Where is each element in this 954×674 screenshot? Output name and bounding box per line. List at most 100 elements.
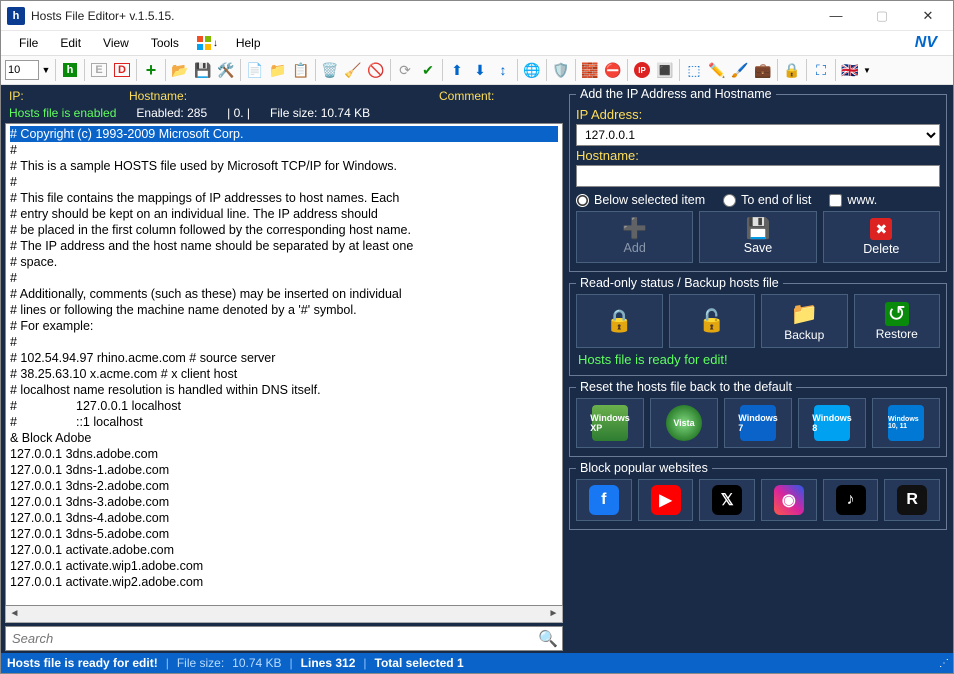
block-x-button[interactable]: 𝕏 xyxy=(699,479,755,521)
scroll-right-icon[interactable]: ► xyxy=(545,606,562,621)
add-button[interactable]: ➕Add xyxy=(576,211,693,263)
menu-help[interactable]: Help xyxy=(226,33,271,53)
close-button[interactable]: ✕ xyxy=(905,2,951,30)
os-win10-button[interactable]: Windows 10, 11 xyxy=(872,398,940,448)
flag-dropdown-icon[interactable]: ▼ xyxy=(862,59,872,81)
copy-icon[interactable]: 📄 xyxy=(244,59,266,81)
save-button[interactable]: 💾Save xyxy=(699,211,816,263)
editor-line[interactable]: # Copyright (c) 1993-2009 Microsoft Corp… xyxy=(10,126,558,142)
briefcase-icon[interactable]: 💼 xyxy=(752,59,774,81)
os-win7-button[interactable]: Windows 7 xyxy=(724,398,792,448)
horizontal-scrollbar[interactable]: ◄ ► xyxy=(5,606,563,623)
menu-view[interactable]: View xyxy=(93,33,139,53)
to-end-radio[interactable]: To end of list xyxy=(723,193,811,207)
below-selected-radio[interactable]: Below selected item xyxy=(576,193,705,207)
editor-line[interactable]: 127.0.0.1 3dns-3.adobe.com xyxy=(10,494,558,510)
block-tiktok-button[interactable]: ♪ xyxy=(823,479,879,521)
editor-line[interactable]: # xyxy=(10,174,558,190)
edit-icon[interactable]: ✏️ xyxy=(706,59,728,81)
up-icon[interactable]: ⬆ xyxy=(446,59,468,81)
open-icon[interactable]: 📂 xyxy=(169,59,191,81)
delete-button[interactable]: ✖Delete xyxy=(823,211,940,263)
dropdown-icon[interactable]: ▼ xyxy=(40,59,52,81)
ip-address-input[interactable]: 127.0.0.1 xyxy=(576,124,940,146)
editor-line[interactable]: # entry should be kept on an individual … xyxy=(10,206,558,222)
save-icon[interactable]: 💾 xyxy=(192,59,214,81)
hosts-editor[interactable]: # Copyright (c) 1993-2009 Microsoft Corp… xyxy=(5,123,563,606)
list-icon[interactable]: 📋 xyxy=(290,59,312,81)
editor-line[interactable]: 127.0.0.1 3dns-4.adobe.com xyxy=(10,510,558,526)
refresh-icon[interactable]: ⟳ xyxy=(394,59,416,81)
editor-line[interactable]: # space. xyxy=(10,254,558,270)
editor-line[interactable]: 127.0.0.1 3dns-2.adobe.com xyxy=(10,478,558,494)
editor-line[interactable]: # This file contains the mappings of IP … xyxy=(10,190,558,206)
editor-line[interactable]: # lines or following the machine name de… xyxy=(10,302,558,318)
expand-icon[interactable]: ⛶ xyxy=(810,59,832,81)
lock-red-button[interactable]: 🔒 xyxy=(576,294,663,348)
os-vista-button[interactable]: Vista xyxy=(650,398,718,448)
d-icon[interactable]: D xyxy=(111,59,133,81)
grid-icon[interactable]: 🔳 xyxy=(654,59,676,81)
editor-line[interactable]: # localhost name resolution is handled w… xyxy=(10,382,558,398)
os-xp-button[interactable]: Windows XP xyxy=(576,398,644,448)
block-facebook-button[interactable]: f xyxy=(576,479,632,521)
os-win8-button[interactable]: Windows 8 xyxy=(798,398,866,448)
down-icon[interactable]: ⬇ xyxy=(469,59,491,81)
box-icon[interactable]: ⬚ xyxy=(683,59,705,81)
editor-line[interactable]: # For example: xyxy=(10,318,558,334)
editor-line[interactable]: # This is a sample HOSTS file used by Mi… xyxy=(10,158,558,174)
editor-line[interactable]: # xyxy=(10,334,558,350)
sort-icon[interactable]: ↕ xyxy=(492,59,514,81)
editor-line[interactable]: # Additionally, comments (such as these)… xyxy=(10,286,558,302)
editor-line[interactable]: # ::1 localhost xyxy=(10,414,558,430)
search-icon[interactable]: 🔍 xyxy=(534,629,562,649)
editor-line[interactable]: # be placed in the first column followed… xyxy=(10,222,558,238)
editor-line[interactable]: 127.0.0.1 3dns-5.adobe.com xyxy=(10,526,558,542)
firewall-icon[interactable]: 🧱 xyxy=(579,59,601,81)
editor-line[interactable]: # xyxy=(10,270,558,286)
block-instagram-button[interactable]: ◉ xyxy=(761,479,817,521)
menu-file[interactable]: File xyxy=(9,33,48,53)
editor-line[interactable]: 127.0.0.1 activate.wip1.adobe.com xyxy=(10,558,558,574)
editor-line[interactable]: # 38.25.63.10 x.acme.com # x client host xyxy=(10,366,558,382)
folder-icon[interactable]: 📁 xyxy=(267,59,289,81)
menu-windows-flag[interactable]: ↓ xyxy=(191,36,224,50)
editor-line[interactable]: 127.0.0.1 3dns.adobe.com xyxy=(10,446,558,462)
editor-line[interactable]: # 127.0.0.1 localhost xyxy=(10,398,558,414)
ip-circle-icon[interactable]: IP xyxy=(631,59,653,81)
globe-icon[interactable]: 🌐 xyxy=(521,59,543,81)
add-icon[interactable]: + xyxy=(140,59,162,81)
editor-line[interactable]: 127.0.0.1 3dns-1.adobe.com xyxy=(10,462,558,478)
editor-line[interactable]: & Block Adobe xyxy=(10,430,558,446)
lock-gray-button[interactable]: 🔓 xyxy=(669,294,756,348)
block-youtube-button[interactable]: ▶ xyxy=(638,479,694,521)
e-icon[interactable]: E xyxy=(88,59,110,81)
maximize-button[interactable]: ▢ xyxy=(859,2,905,30)
menu-edit[interactable]: Edit xyxy=(50,33,91,53)
hostname-input[interactable] xyxy=(576,165,940,187)
delete-icon[interactable]: 🗑️ xyxy=(319,59,341,81)
font-size-input[interactable] xyxy=(5,60,39,80)
brush-icon[interactable]: 🖌️ xyxy=(729,59,751,81)
editor-line[interactable]: # xyxy=(10,142,558,158)
menu-tools[interactable]: Tools xyxy=(141,33,189,53)
check-icon[interactable]: ✔ xyxy=(417,59,439,81)
restore-button[interactable]: ↺Restore xyxy=(854,294,941,348)
shield-icon[interactable]: 🛡️ xyxy=(550,59,572,81)
editor-line[interactable]: 127.0.0.1 activate.adobe.com xyxy=(10,542,558,558)
scroll-left-icon[interactable]: ◄ xyxy=(6,606,23,621)
flag-uk-icon[interactable]: 🇬🇧 xyxy=(839,59,861,81)
enable-h-icon[interactable]: h xyxy=(59,59,81,81)
editor-line[interactable]: # The IP address and the host name shoul… xyxy=(10,238,558,254)
tools-icon[interactable]: 🛠️ xyxy=(215,59,237,81)
search-input[interactable] xyxy=(6,627,534,650)
minimize-button[interactable]: — xyxy=(813,2,859,30)
resize-grip[interactable]: ⋰ xyxy=(939,658,947,669)
lock-icon[interactable]: 🔒 xyxy=(781,59,803,81)
www-checkbox[interactable]: www. xyxy=(829,193,877,207)
backup-button[interactable]: 📁Backup xyxy=(761,294,848,348)
block-icon[interactable]: ⛔ xyxy=(602,59,624,81)
editor-line[interactable]: # 102.54.94.97 rhino.acme.com # source s… xyxy=(10,350,558,366)
remove-icon[interactable]: 🚫 xyxy=(365,59,387,81)
clear-icon[interactable]: 🧹 xyxy=(342,59,364,81)
